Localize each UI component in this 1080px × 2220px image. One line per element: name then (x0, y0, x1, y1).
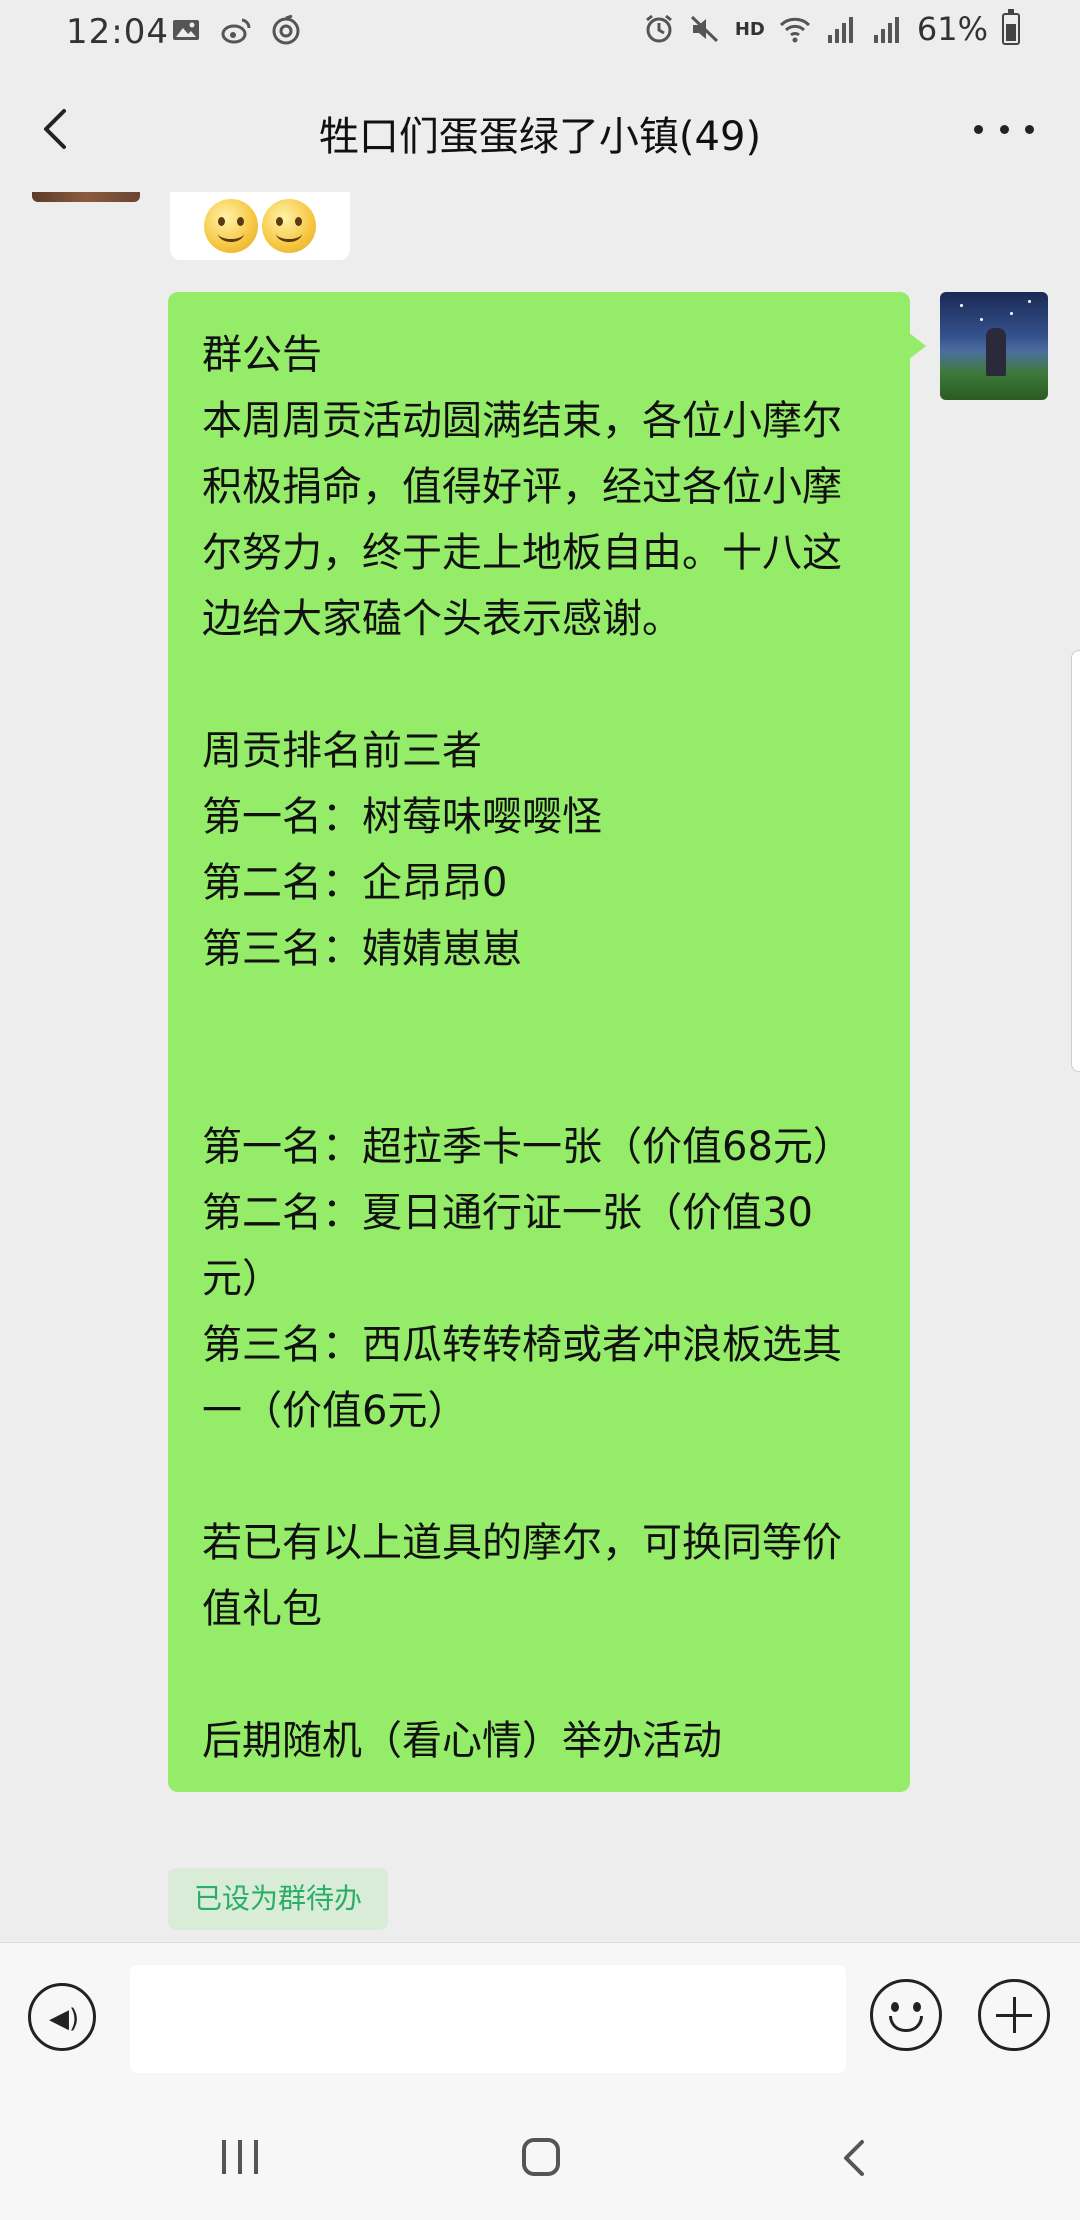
wifi-icon (779, 17, 810, 43)
chat-message-list[interactable]: 群公告 本周周贡活动圆满结束，各位小摩尔积极捐命，值得好评，经过各位小摩尔努力，… (0, 192, 1080, 1942)
battery-icon (1002, 9, 1020, 45)
wallet-icon (272, 14, 300, 45)
recent-bar (222, 2140, 226, 2174)
avatar-star (1028, 300, 1031, 303)
status-right: HD 61% (643, 9, 1020, 48)
signal-icon (873, 17, 899, 43)
message-input[interactable] (130, 1965, 846, 2073)
sender-avatar[interactable] (32, 192, 140, 202)
emoji-button[interactable] (870, 1979, 942, 2051)
more-dot (999, 124, 1009, 134)
system-nav-bar (0, 2080, 1080, 2220)
more-actions-button[interactable] (978, 1979, 1050, 2051)
group-todo-tag[interactable]: 已设为群待办 (168, 1868, 389, 1930)
home-icon[interactable] (522, 2138, 560, 2176)
avatar-star (1010, 312, 1013, 315)
mute-icon (690, 15, 718, 43)
voice-input-button[interactable]: ◀) (28, 1983, 96, 2051)
chat-header: 牲口们蛋蛋绿了小镇(49) (0, 66, 1080, 193)
more-dot (1025, 124, 1034, 134)
scroll-handle[interactable] (1071, 650, 1080, 1072)
signal-icon (827, 17, 853, 43)
alarm-icon (645, 14, 672, 43)
status-time: 12:04 (66, 12, 169, 52)
more-options-icon[interactable] (974, 111, 1034, 147)
recent-bar (238, 2140, 242, 2174)
my-avatar[interactable] (940, 292, 1048, 400)
message-input-bar: ◀) (0, 1942, 1080, 2081)
more-dot (974, 124, 983, 134)
hd-icon: HD (734, 18, 765, 40)
system-back-icon[interactable] (836, 2138, 876, 2178)
chat-title: 牲口们蛋蛋绿了小镇(49) (318, 114, 762, 160)
announcement-message-bubble[interactable]: 群公告 本周周贡活动圆满结束，各位小摩尔积极捐命，值得好评，经过各位小摩尔努力，… (168, 292, 926, 1792)
notification-icons (170, 14, 302, 46)
avatar-star (980, 318, 983, 321)
weibo-icon (221, 18, 251, 44)
voice-icon: ◀) (49, 2004, 80, 2034)
recent-bar (254, 2140, 258, 2174)
recent-apps-icon[interactable] (222, 2140, 258, 2174)
image-icon (173, 20, 199, 40)
smiley-emoji (262, 199, 316, 253)
status-bar: 12:04 HD 61% (0, 0, 1080, 66)
incoming-message-bubble[interactable] (170, 192, 350, 260)
avatar-star (960, 304, 963, 307)
avatar-figure (986, 328, 1006, 376)
battery-percent: 61% (916, 10, 988, 48)
smiley-emoji (204, 199, 258, 253)
